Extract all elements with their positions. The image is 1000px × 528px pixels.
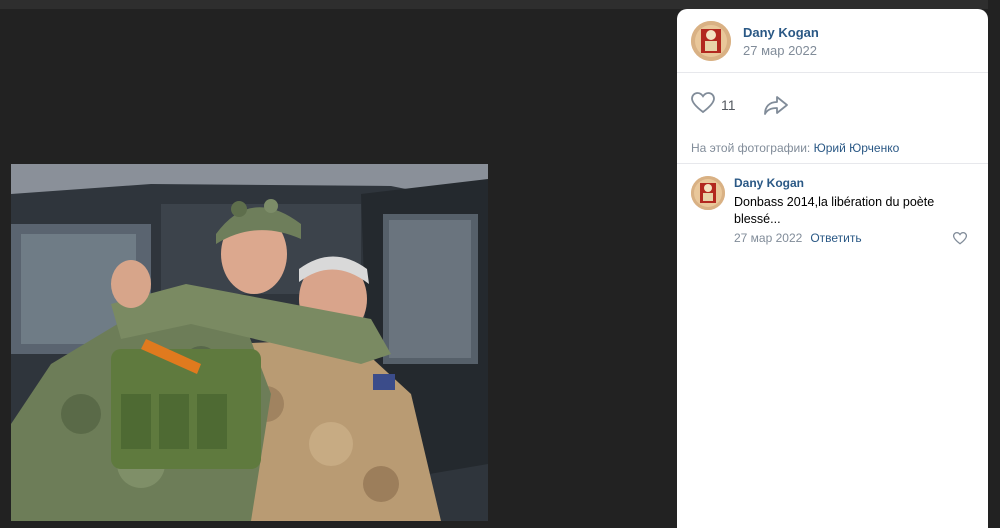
share-button[interactable]	[763, 94, 789, 116]
post-date[interactable]: 27 мар 2022	[743, 43, 817, 58]
share-arrow-icon	[763, 96, 789, 120]
viewer-right-edge	[988, 0, 1000, 528]
author-name[interactable]: Dany Kogan	[743, 25, 819, 40]
post-actions: 11 На этой фотографии: Юрий Юрченко	[677, 73, 988, 164]
viewer-top-bar	[0, 0, 1000, 9]
post-photo[interactable]	[11, 164, 488, 521]
comment-meta: 27 мар 2022 Ответить	[734, 231, 862, 245]
author-avatar[interactable]	[691, 21, 731, 61]
tagged-person-link[interactable]: Юрий Юрченко	[814, 141, 900, 155]
tagged-people: На этой фотографии: Юрий Юрченко	[691, 141, 899, 155]
like-count: 11	[721, 97, 736, 113]
heart-icon	[952, 232, 968, 249]
like-button[interactable]: 11	[691, 91, 736, 119]
reply-button[interactable]: Ответить	[810, 231, 861, 245]
comment-item: Dany Kogan Donbass 2014,la libération du…	[677, 164, 988, 264]
comment-author-name[interactable]: Dany Kogan	[734, 176, 804, 190]
post-author-row: Dany Kogan 27 мар 2022	[677, 9, 988, 73]
comment-author-avatar[interactable]	[691, 176, 725, 210]
comment-date[interactable]: 27 мар 2022	[734, 231, 802, 245]
comment-text: Donbass 2014,la libération du poète bles…	[734, 195, 935, 226]
heart-icon	[691, 91, 715, 119]
tagged-label: На этой фотографии:	[691, 141, 811, 155]
photo-side-panel: Dany Kogan 27 мар 2022 11 На этой фотогр…	[677, 9, 988, 528]
comment-like-button[interactable]	[952, 232, 968, 249]
